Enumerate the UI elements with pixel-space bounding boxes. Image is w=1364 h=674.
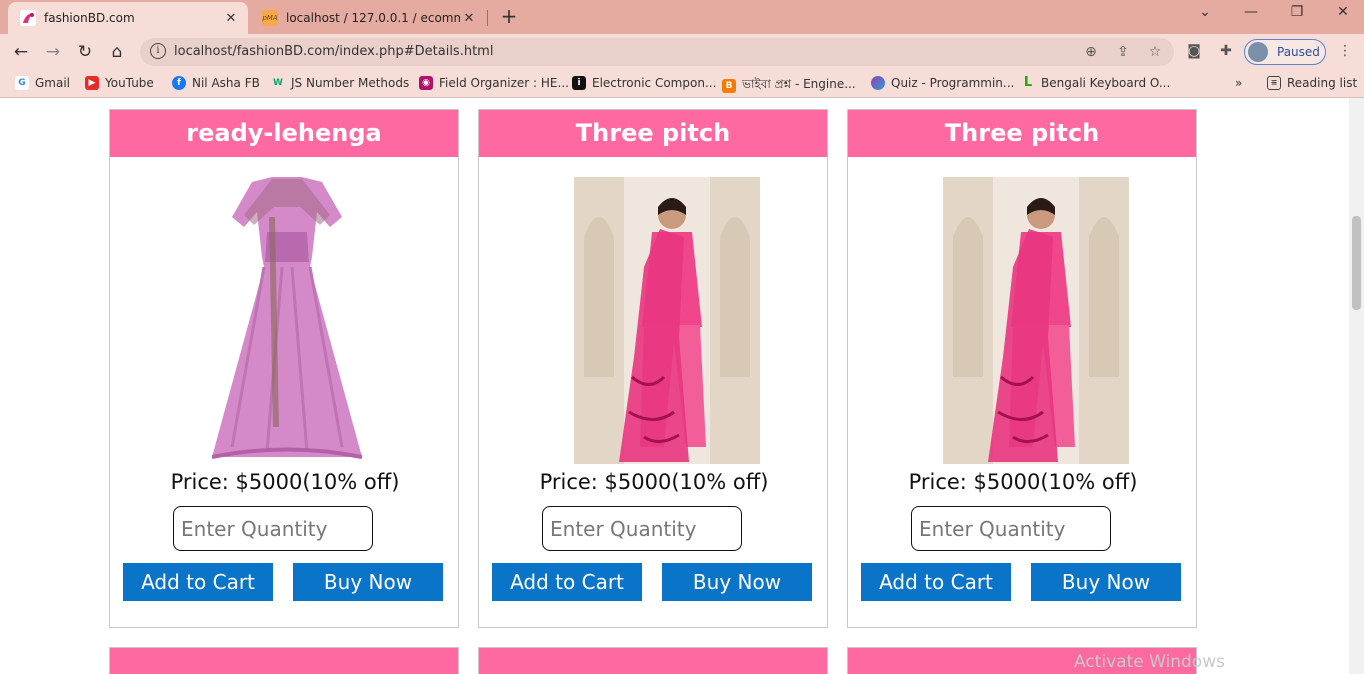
product-card: Three pitch Price: $5000(10% off) Add to… [847, 109, 1197, 628]
quantity-input[interactable] [542, 506, 742, 551]
bookmark-item[interactable]: G Gmail [15, 76, 70, 90]
bookmark-label: YouTube [105, 76, 154, 90]
address-bar[interactable]: i localhost/fashionBD.com/index.php#Deta… [140, 38, 1174, 66]
bookmark-item[interactable]: ▶ YouTube [85, 76, 154, 90]
bookmark-label: Electronic Compon... [592, 76, 717, 90]
bookmark-label: Field Organizer : HE... [439, 76, 569, 90]
bookmark-item[interactable]: L Bengali Keyboard O... [1021, 75, 1171, 91]
reading-list-label: Reading list [1287, 76, 1358, 90]
add-to-cart-button[interactable]: Add to Cart [492, 563, 642, 601]
product-title: Three pitch [848, 110, 1196, 157]
camera-icon[interactable]: ◙ [1185, 42, 1203, 60]
add-to-cart-button[interactable]: Add to Cart [861, 563, 1011, 601]
tab-title: fashionBD.com [44, 11, 135, 25]
product-title: Three pitch [479, 110, 827, 157]
product-title: ready-lehenga [110, 110, 458, 157]
product-price: Price: $5000(10% off) [539, 470, 769, 494]
site-info-icon[interactable]: i [150, 43, 166, 59]
product-card: Three pitch Price: $5000(10% off) Add to… [478, 109, 828, 628]
browser-toolbar: ← → ↻ ⌂ i localhost/fashionBD.com/index.… [0, 34, 1364, 70]
bookmark-star-icon[interactable]: ☆ [1146, 43, 1164, 61]
youtube-icon: ▶ [85, 76, 99, 90]
url-text[interactable]: localhost/fashionBD.com/index.php#Detail… [174, 44, 493, 59]
back-button[interactable]: ← [9, 40, 33, 64]
tab-phpmyadmin[interactable]: pMA localhost / 127.0.0.1 / ecommerce ✕ [250, 2, 486, 34]
bookmark-label: Bengali Keyboard O... [1041, 76, 1171, 90]
restore-button[interactable]: ❐ [1282, 4, 1312, 20]
product-image-lehenga[interactable] [211, 177, 363, 464]
quantity-input[interactable] [911, 506, 1111, 551]
gmail-icon: G [15, 76, 29, 90]
activate-windows-watermark: Activate Windows [1074, 652, 1225, 672]
bookmarks-bar: G Gmail ▶ YouTube f Nil Asha FB W JS Num… [0, 70, 1364, 98]
tab-strip: fashionBD.com ✕ pMA localhost / 127.0.0.… [0, 0, 1364, 34]
vertical-scrollbar[interactable] [1349, 98, 1364, 674]
bookmark-label: JS Number Methods [291, 76, 410, 90]
window-close-button[interactable]: ✕ [1328, 4, 1358, 20]
product-card: Gown [478, 647, 828, 674]
more-bookmarks-button[interactable]: » [1235, 76, 1242, 90]
fashionbd-favicon-icon [20, 10, 36, 26]
reading-list-button[interactable]: ≡ Reading list [1267, 76, 1357, 90]
product-image-three-pitch[interactable] [574, 177, 760, 464]
product-title: Tops [110, 648, 458, 674]
minimize-button[interactable]: — [1236, 4, 1266, 20]
close-tab-icon[interactable]: ✕ [222, 11, 240, 26]
buy-now-button[interactable]: Buy Now [662, 563, 812, 601]
scrollbar-thumb[interactable] [1352, 216, 1361, 310]
quantity-input[interactable] [173, 506, 373, 551]
bookmark-item[interactable]: B ভাইবা প্রশ্ন - Engine... [722, 76, 856, 96]
product-price: Price: $5000(10% off) [170, 470, 400, 494]
product-card: ready-lehenga Price: $5000(10% off) Add … [109, 109, 459, 628]
bookmark-item[interactable]: Quiz - Programmin... [871, 76, 1014, 90]
bookmark-item[interactable]: f Nil Asha FB [172, 76, 260, 90]
menu-kebab-icon[interactable]: ⋮ [1336, 42, 1354, 60]
extensions-puzzle-icon[interactable]: ✚ [1217, 42, 1235, 60]
chevron-double-right-icon: » [1235, 76, 1243, 90]
forward-button[interactable]: → [41, 40, 65, 64]
tab-title: localhost / 127.0.0.1 / ecommerce [286, 11, 460, 25]
field-organizer-icon: ◉ [419, 76, 433, 90]
zoom-icon[interactable]: ⊕ [1082, 43, 1100, 61]
new-tab-button[interactable]: + [498, 6, 520, 28]
product-card: Tops [109, 647, 459, 674]
share-icon[interactable]: ⇪ [1114, 43, 1132, 61]
profile-button[interactable]: Paused [1244, 39, 1326, 65]
home-button[interactable]: ⌂ [105, 40, 129, 64]
page-viewport: ready-lehenga Price: $5000(10% off) Add … [0, 98, 1349, 674]
add-to-cart-button[interactable]: Add to Cart [123, 563, 273, 601]
facebook-icon: f [172, 76, 186, 90]
electronic-icon: i [572, 76, 586, 90]
product-title: Gown [479, 648, 827, 674]
bookmark-label: Nil Asha FB [192, 76, 260, 90]
keyboard-icon: L [1023, 75, 1033, 90]
bookmark-item[interactable]: ◉ Field Organizer : HE... [419, 76, 569, 90]
bookmark-label: Quiz - Programmin... [891, 76, 1015, 90]
product-image-three-pitch[interactable] [943, 177, 1129, 464]
bookmark-label: ভাইবা প্রশ্ন - Engine... [742, 77, 856, 91]
w3schools-icon: W [273, 78, 283, 88]
bookmark-item[interactable]: W JS Number Methods [271, 76, 409, 90]
quiz-icon [871, 76, 885, 90]
blogger-icon: B [722, 79, 736, 93]
tab-separator [487, 10, 488, 26]
buy-now-button[interactable]: Buy Now [1031, 563, 1181, 601]
profile-status: Paused [1277, 45, 1320, 59]
reading-list-icon: ≡ [1267, 76, 1281, 90]
tab-fashionbd[interactable]: fashionBD.com ✕ [8, 2, 248, 34]
buy-now-button[interactable]: Buy Now [293, 563, 443, 601]
bookmark-item[interactable]: i Electronic Compon... [572, 76, 716, 90]
avatar [1248, 42, 1268, 62]
close-tab-icon[interactable]: ✕ [460, 11, 478, 26]
product-price: Price: $5000(10% off) [908, 470, 1138, 494]
bookmark-label: Gmail [35, 76, 71, 90]
phpmyadmin-favicon-icon: pMA [262, 10, 278, 26]
tab-search-chevron-icon[interactable]: ⌄ [1190, 4, 1220, 20]
reload-button[interactable]: ↻ [73, 40, 97, 64]
